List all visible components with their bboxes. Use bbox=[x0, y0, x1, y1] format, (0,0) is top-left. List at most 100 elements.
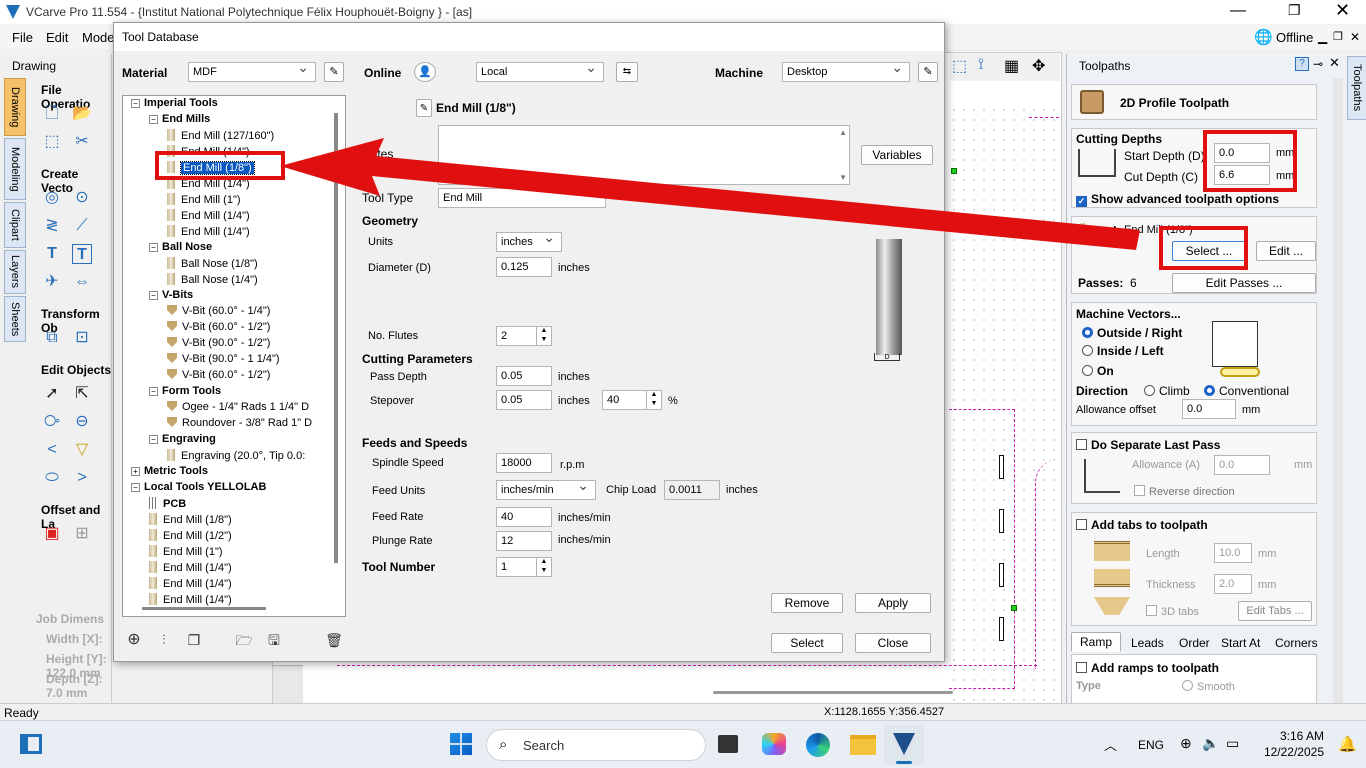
grid-icon[interactable]: ▦ bbox=[1004, 56, 1019, 76]
plunge-rate-field[interactable]: 12 bbox=[496, 531, 552, 551]
sync-library-icon[interactable]: ⇆ bbox=[616, 62, 638, 82]
tree-item[interactable]: V-Bit (90.0° - 1 1/4") bbox=[167, 353, 280, 365]
horizontal-scrollbar[interactable] bbox=[713, 691, 953, 694]
side-tab-drawing[interactable]: Drawing bbox=[4, 78, 26, 136]
tree-item[interactable]: V-Bit (60.0° - 1/2") bbox=[167, 321, 270, 333]
add-ramps-checkbox[interactable]: Add ramps to toolpath bbox=[1076, 661, 1219, 675]
smooth-icon[interactable]: ⬭ bbox=[42, 468, 62, 488]
tool-edit-button[interactable]: Edit ... bbox=[1256, 241, 1316, 261]
stepover-stepper[interactable]: ▲ ▼ bbox=[646, 390, 661, 410]
polyline-icon[interactable]: ≷ bbox=[42, 216, 62, 236]
on-radio[interactable]: On bbox=[1082, 364, 1114, 378]
collapse-icon[interactable]: − bbox=[131, 483, 140, 492]
chevron-right-icon[interactable]: > bbox=[72, 468, 92, 488]
spindle-speed-field[interactable]: 18000 bbox=[496, 453, 552, 473]
edit-material-icon[interactable]: ✎ bbox=[324, 62, 344, 82]
add-group-icon[interactable]: ⫶ bbox=[154, 630, 174, 650]
delete-icon[interactable]: 🗑 bbox=[324, 630, 344, 650]
move-icon[interactable]: ⧉ bbox=[42, 328, 62, 348]
tree-group[interactable]: − Imperial Tools bbox=[131, 97, 218, 109]
reverse-direction-checkbox[interactable]: Reverse direction bbox=[1134, 485, 1235, 498]
clock-time[interactable]: 3:16 AM bbox=[1278, 729, 1324, 743]
edit-tabs-button[interactable]: Edit Tabs ... bbox=[1238, 601, 1312, 621]
copy-tool-icon[interactable]: ❐ bbox=[184, 630, 204, 650]
start-icon[interactable] bbox=[450, 733, 472, 755]
tree-group[interactable]: PCB bbox=[149, 497, 186, 510]
tree-group[interactable]: + Metric Tools bbox=[131, 465, 208, 477]
collapse-icon[interactable]: − bbox=[149, 243, 158, 252]
side-tab-layers[interactable]: Layers bbox=[4, 250, 26, 294]
angle-icon[interactable]: < bbox=[42, 440, 62, 460]
tree-item[interactable]: End Mill (1") bbox=[149, 545, 223, 558]
offline-status[interactable]: Offline bbox=[1276, 30, 1313, 45]
conventional-radio[interactable]: Conventional bbox=[1204, 384, 1289, 398]
menu-file[interactable]: File bbox=[12, 30, 33, 45]
tree-group[interactable]: − Form Tools bbox=[149, 385, 221, 397]
new-file-icon[interactable]: 🗋 bbox=[42, 104, 62, 124]
apply-button[interactable]: Apply bbox=[855, 593, 931, 613]
tree-item[interactable]: Ball Nose (1/8") bbox=[167, 257, 258, 270]
node-edit-icon[interactable]: ⇱ bbox=[72, 384, 92, 404]
open-file-icon[interactable]: 📂 bbox=[72, 104, 92, 124]
tree-item[interactable]: Ball Nose (1/4") bbox=[167, 273, 258, 286]
allowance-offset-field[interactable]: 0.0 bbox=[1182, 399, 1236, 419]
tree-item[interactable]: End Mill (127/160") bbox=[167, 129, 274, 142]
tree-item[interactable]: End Mill (1") bbox=[167, 193, 241, 206]
tab-leads[interactable]: Leads bbox=[1131, 636, 1164, 650]
side-tab-sheets[interactable]: Sheets bbox=[4, 296, 26, 342]
import-folder-icon[interactable]: 🗁 bbox=[234, 630, 254, 650]
tabs-3d-checkbox[interactable]: 3D tabs bbox=[1146, 605, 1199, 618]
minimize-icon[interactable]: — bbox=[1230, 2, 1246, 20]
close-doc-icon[interactable]: ✕ bbox=[1350, 30, 1360, 44]
triangle-icon[interactable]: ▽ bbox=[72, 440, 92, 460]
pan-icon[interactable]: ✥ bbox=[1032, 56, 1045, 76]
feed-rate-field[interactable]: 40 bbox=[496, 507, 552, 527]
help-icon[interactable]: ? bbox=[1295, 57, 1309, 71]
pass-depth-field[interactable]: 0.05 bbox=[496, 366, 552, 386]
minimize-doc-icon[interactable]: ▁ bbox=[1318, 30, 1327, 44]
save-icon[interactable]: 🖫 bbox=[264, 630, 284, 650]
tree-item[interactable]: End Mill (1/4") bbox=[149, 561, 232, 574]
collapse-icon[interactable]: − bbox=[149, 435, 158, 444]
weld-icon[interactable]: ⧂ bbox=[42, 412, 62, 432]
select-arrow-icon[interactable]: ➚ bbox=[42, 384, 62, 404]
scroll-up-icon[interactable]: ▲ bbox=[839, 128, 847, 137]
restore-doc-icon[interactable]: ❐ bbox=[1333, 30, 1343, 43]
task-view-icon[interactable] bbox=[718, 735, 738, 753]
text-box-icon[interactable]: T bbox=[72, 244, 92, 264]
side-tab-modeling[interactable]: Modeling bbox=[4, 138, 26, 200]
vcarve-taskbar-button[interactable] bbox=[884, 725, 924, 765]
tree-item[interactable]: Ogee - 1/4" Rads 1 1/4" D bbox=[167, 401, 309, 413]
inside-radio[interactable]: Inside / Left bbox=[1082, 344, 1164, 358]
side-tab-toolpaths[interactable]: Toolpaths bbox=[1347, 56, 1366, 120]
volume-icon[interactable]: 🔈 bbox=[1202, 735, 1219, 752]
rename-tool-icon[interactable]: ✎ bbox=[416, 99, 432, 117]
taskbar-search-box[interactable]: ⌕ Search bbox=[486, 729, 706, 761]
circle-icon[interactable]: ◎ bbox=[42, 188, 62, 208]
tree-group[interactable]: − Ball Nose bbox=[149, 241, 212, 253]
measure-icon[interactable]: ⇔ bbox=[72, 272, 92, 292]
tree-item[interactable]: End Mill (1/4") bbox=[149, 577, 232, 590]
widgets-icon[interactable] bbox=[20, 734, 42, 754]
tree-group[interactable]: − V-Bits bbox=[149, 289, 193, 301]
clock-date[interactable]: 12/22/2025 bbox=[1260, 745, 1324, 759]
tree-item[interactable]: V-Bit (90.0° - 1/2") bbox=[167, 337, 270, 349]
dialog-close-button[interactable]: Close bbox=[855, 633, 931, 653]
tray-chevron-icon[interactable]: ︿ bbox=[1104, 735, 1117, 754]
snap-icon[interactable]: ⟟ bbox=[978, 56, 984, 74]
menu-edit[interactable]: Edit bbox=[46, 30, 68, 45]
view-icon[interactable]: ⬚ bbox=[952, 56, 967, 76]
ellipse-icon[interactable]: ⊙ bbox=[72, 188, 92, 208]
tree-item[interactable]: End Mill (1/4") bbox=[167, 209, 250, 222]
panel-close-icon[interactable]: ✕ bbox=[1329, 55, 1340, 71]
feed-units-dropdown[interactable]: inches/min bbox=[496, 480, 596, 500]
separate-last-pass-checkbox[interactable]: Do Separate Last Pass bbox=[1076, 438, 1220, 452]
tree-group[interactable]: − End Mills bbox=[149, 113, 210, 125]
tree-group[interactable]: − Local Tools YELLOLAB bbox=[131, 481, 266, 493]
file-explorer-icon[interactable] bbox=[850, 735, 876, 755]
smooth-radio[interactable]: Smooth bbox=[1182, 680, 1235, 693]
remove-button[interactable]: Remove bbox=[771, 593, 843, 613]
line-icon[interactable]: ⟋ bbox=[72, 216, 92, 236]
tool-number-stepper[interactable]: ▲ ▼ bbox=[536, 557, 551, 577]
tree-group[interactable]: − Engraving bbox=[149, 433, 216, 445]
